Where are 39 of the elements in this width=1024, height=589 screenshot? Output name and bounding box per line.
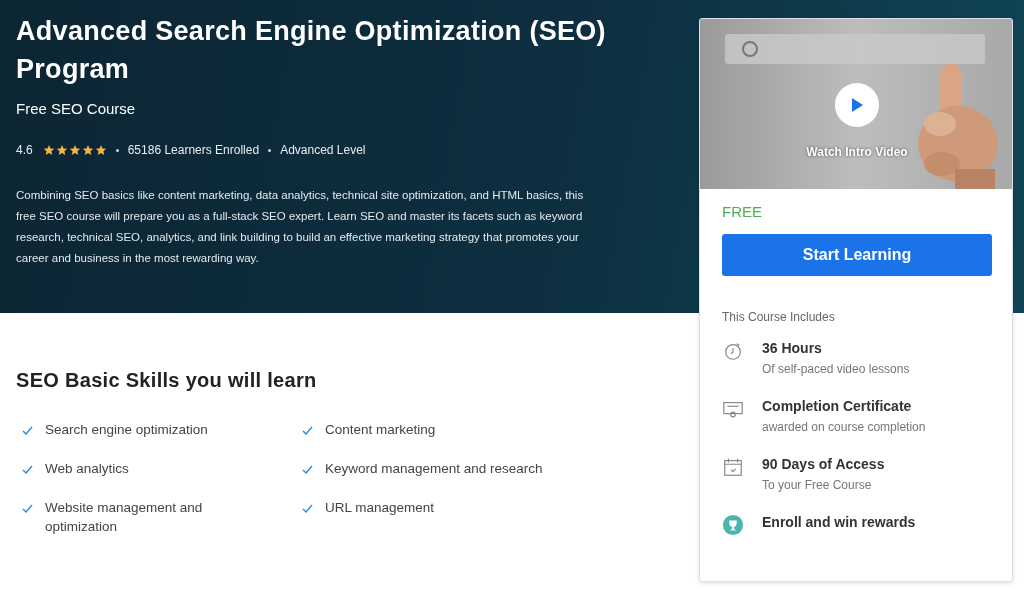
skill-item: URL management <box>325 499 435 517</box>
check-icon <box>302 426 313 435</box>
play-icon <box>850 97 864 113</box>
check-icon <box>22 504 33 513</box>
skill-item: Search engine optimization <box>45 421 208 439</box>
include-detail: awarded on course completion <box>762 420 926 434</box>
include-title: 36 Hours <box>762 340 823 356</box>
star-icon <box>81 144 94 156</box>
course-description: Combining SEO basics like content marketing, data analytics, technical site optimization, and HTML basics, this free SEO course will prepare you as a full-stack SEO expert. Learn SEO and master its facets such as keyword research, technical SEO, analytics, and link building to build an effective marketing strategy that promotes your career and business in the most rewarding way. <box>16 188 585 266</box>
trophy-icon <box>722 514 744 536</box>
course-level: Advanced Level <box>280 143 366 157</box>
skill-item: Keyword management and research <box>325 460 543 478</box>
check-icon <box>22 426 33 435</box>
skills-heading: SEO Basic Skills you will learn <box>16 369 317 392</box>
course-subtitle: Free SEO Course <box>16 100 136 117</box>
star-icon <box>42 144 55 156</box>
learners-count: 65186 Learners Enrolled <box>127 143 260 157</box>
rating-value: 4.6 <box>16 143 33 157</box>
check-icon <box>22 465 33 474</box>
check-icon <box>302 504 313 513</box>
include-title: 90 Days of Access <box>762 456 885 472</box>
start-learning-button[interactable]: Start Learning <box>722 234 992 276</box>
star-icon <box>68 144 81 156</box>
course-title: Advanced Search Engine Optimization (SEO) Program <box>16 15 607 86</box>
include-detail: Of self-paced video lessons <box>762 362 910 376</box>
price-label: FREE <box>722 203 763 220</box>
star-icon <box>55 144 68 156</box>
skill-item: Website management and optimization <box>45 499 204 536</box>
include-title: Completion Certificate <box>762 398 913 414</box>
clock-icon <box>722 340 744 362</box>
skill-item: Web analytics <box>45 460 129 478</box>
include-title: Enroll and win rewards <box>762 514 916 530</box>
calendar-icon <box>722 456 744 478</box>
check-icon <box>302 465 313 474</box>
star-icon <box>94 144 107 156</box>
includes-heading: This Course Includes <box>722 310 836 324</box>
skill-item: Content marketing <box>325 421 436 439</box>
include-detail: To your Free Course <box>762 478 873 492</box>
video-label: Watch Intro Video <box>806 145 908 159</box>
